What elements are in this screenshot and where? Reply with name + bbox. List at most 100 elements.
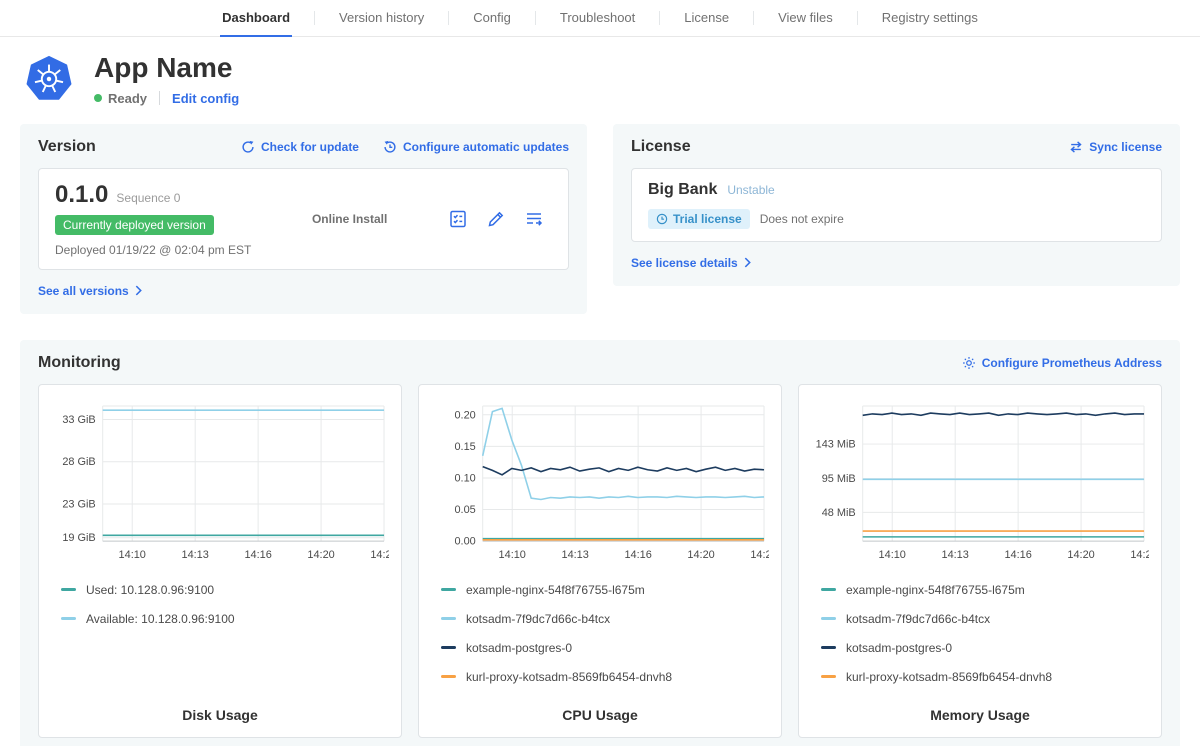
check-for-update-label: Check for update: [261, 140, 359, 154]
license-expiry: Does not expire: [760, 212, 844, 226]
configure-prometheus-link[interactable]: Configure Prometheus Address: [962, 356, 1162, 370]
legend-label: Used: 10.128.0.96:9100: [86, 583, 214, 597]
deploy-logs-icon[interactable]: [524, 209, 544, 229]
svg-text:14:13: 14:13: [182, 549, 209, 561]
page-title: App Name: [94, 53, 239, 84]
legend-label: kurl-proxy-kotsadm-8569fb6454-dnvh8: [846, 670, 1052, 684]
check-for-update-link[interactable]: Check for update: [241, 140, 359, 154]
tab-divider: [857, 11, 858, 25]
svg-text:28 GiB: 28 GiB: [62, 456, 95, 468]
svg-text:14:20: 14:20: [307, 549, 334, 561]
chevron-right-icon: [135, 285, 142, 296]
svg-text:0.00: 0.00: [454, 535, 475, 547]
svg-text:14:16: 14:16: [244, 549, 271, 561]
legend-label: kotsadm-postgres-0: [466, 641, 572, 655]
svg-text:14:20: 14:20: [1067, 549, 1094, 561]
svg-text:23 GiB: 23 GiB: [62, 498, 95, 510]
legend-label: kotsadm-7f9dc7d66c-b4tcx: [846, 612, 990, 626]
kubernetes-logo-icon: [24, 54, 74, 104]
tab-config[interactable]: Config: [471, 0, 513, 37]
app-header: App Name Ready Edit config: [0, 37, 1200, 114]
legend-dash-icon: [441, 617, 456, 620]
tab-troubleshoot[interactable]: Troubleshoot: [558, 0, 637, 37]
nav-tabs: Dashboard Version history Config Troublesho…: [198, 0, 1002, 36]
trial-license-label: Trial license: [673, 212, 742, 226]
license-box: Big Bank Unstable Trial license Does not…: [631, 168, 1162, 242]
sync-license-link[interactable]: Sync license: [1069, 140, 1162, 154]
tab-license[interactable]: License: [682, 0, 731, 37]
svg-text:33 GiB: 33 GiB: [62, 414, 95, 426]
refresh-icon: [241, 140, 255, 154]
version-actions: [448, 209, 552, 229]
see-license-details-label: See license details: [631, 256, 738, 270]
disk-usage-chart: 19 GiB 23 GiB 28 GiB 33 GiB 14:10 14:13 14:16 1…: [51, 397, 389, 573]
svg-text:0.20: 0.20: [454, 409, 475, 421]
legend-dash-icon: [61, 617, 76, 620]
legend-label: kotsadm-postgres-0: [846, 641, 952, 655]
tab-dashboard[interactable]: Dashboard: [220, 0, 292, 37]
chart-title: Disk Usage: [51, 699, 389, 723]
status-dot-icon: [94, 94, 102, 102]
version-info: 0.1.0 Sequence 0 Currently deployed vers…: [55, 181, 251, 257]
configure-automatic-updates-label: Configure automatic updates: [403, 140, 569, 154]
configure-automatic-updates-link[interactable]: Configure automatic updates: [383, 140, 569, 154]
svg-text:14:13: 14:13: [942, 549, 969, 561]
license-card: License Sync license Big Bank Unstable: [613, 124, 1180, 286]
monitoring-title: Monitoring: [38, 354, 121, 372]
see-license-details-link[interactable]: See license details: [631, 256, 751, 270]
legend-item: kurl-proxy-kotsadm-8569fb6454-dnvh8: [821, 670, 1149, 684]
svg-text:95 MiB: 95 MiB: [822, 473, 856, 485]
legend-dash-icon: [821, 646, 836, 649]
svg-text:0.10: 0.10: [454, 472, 475, 484]
svg-text:14:10: 14:10: [879, 549, 906, 561]
see-all-versions-link[interactable]: See all versions: [38, 284, 142, 298]
clock-icon: [656, 213, 668, 225]
tab-version-history[interactable]: Version history: [337, 0, 426, 37]
cards-row: Version Check for update: [0, 114, 1200, 314]
svg-text:19 GiB: 19 GiB: [62, 532, 95, 544]
deployed-badge: Currently deployed version: [55, 215, 214, 235]
chart-legend: Used: 10.128.0.96:9100Available: 10.128.…: [61, 583, 389, 641]
top-nav: Dashboard Version history Config Troublesho…: [0, 0, 1200, 37]
tab-view-files[interactable]: View files: [776, 0, 835, 37]
license-card-title: License: [631, 138, 691, 156]
legend-item: kotsadm-postgres-0: [821, 641, 1149, 655]
cpu-usage-chart: 0.00 0.05 0.10 0.15 0.20 14:10 14:13 14:16 14:20…: [431, 397, 769, 573]
status-badge: Ready: [94, 91, 147, 106]
chevron-right-icon: [744, 257, 751, 268]
svg-text:0.15: 0.15: [454, 441, 475, 453]
sync-license-label: Sync license: [1089, 140, 1162, 154]
svg-text:14:23: 14:23: [750, 549, 769, 561]
deployed-timestamp: Deployed 01/19/22 @ 02:04 pm EST: [55, 243, 251, 257]
legend-item: kotsadm-postgres-0: [441, 641, 769, 655]
monitoring-card: Monitoring Configure Prometheus Address …: [20, 340, 1180, 746]
charts-row: 19 GiB 23 GiB 28 GiB 33 GiB 14:10 14:13 14:16 1…: [38, 384, 1162, 738]
legend-item: example-nginx-54f8f76755-l675m: [441, 583, 769, 597]
release-notes-icon[interactable]: [448, 209, 468, 229]
edit-config-link[interactable]: Edit config: [172, 91, 239, 106]
tab-registry-settings[interactable]: Registry settings: [880, 0, 980, 37]
svg-text:14:20: 14:20: [687, 549, 714, 561]
svg-text:14:16: 14:16: [624, 549, 651, 561]
current-version-box: 0.1.0 Sequence 0 Currently deployed vers…: [38, 168, 569, 270]
legend-label: kotsadm-7f9dc7d66c-b4tcx: [466, 612, 610, 626]
legend-item: kurl-proxy-kotsadm-8569fb6454-dnvh8: [441, 670, 769, 684]
chart-legend: example-nginx-54f8f76755-l675m kotsadm-7f…: [441, 583, 769, 699]
svg-text:14:13: 14:13: [562, 549, 589, 561]
chart-title: CPU Usage: [431, 699, 769, 723]
legend-label: example-nginx-54f8f76755-l675m: [846, 583, 1025, 597]
tab-divider: [753, 11, 754, 25]
svg-text:143 MiB: 143 MiB: [816, 438, 856, 450]
version-card: Version Check for update: [20, 124, 587, 314]
cpu-usage-chart-box: 0.00 0.05 0.10 0.15 0.20 14:10 14:13 14:16 14:20…: [418, 384, 782, 738]
tab-divider: [314, 11, 315, 25]
svg-text:14:10: 14:10: [499, 549, 526, 561]
svg-text:0.05: 0.05: [454, 504, 475, 516]
svg-text:14:10: 14:10: [119, 549, 146, 561]
legend-item: kotsadm-7f9dc7d66c-b4tcx: [821, 612, 1149, 626]
legend-dash-icon: [441, 646, 456, 649]
memory-usage-chart-box: 48 MiB95 MiB143 MiB14:1014:1314:1614:201…: [798, 384, 1162, 738]
svg-text:14:16: 14:16: [1004, 549, 1031, 561]
chart-legend: example-nginx-54f8f76755-l675m kotsadm-7f…: [821, 583, 1149, 699]
edit-yaml-icon[interactable]: [486, 209, 506, 229]
